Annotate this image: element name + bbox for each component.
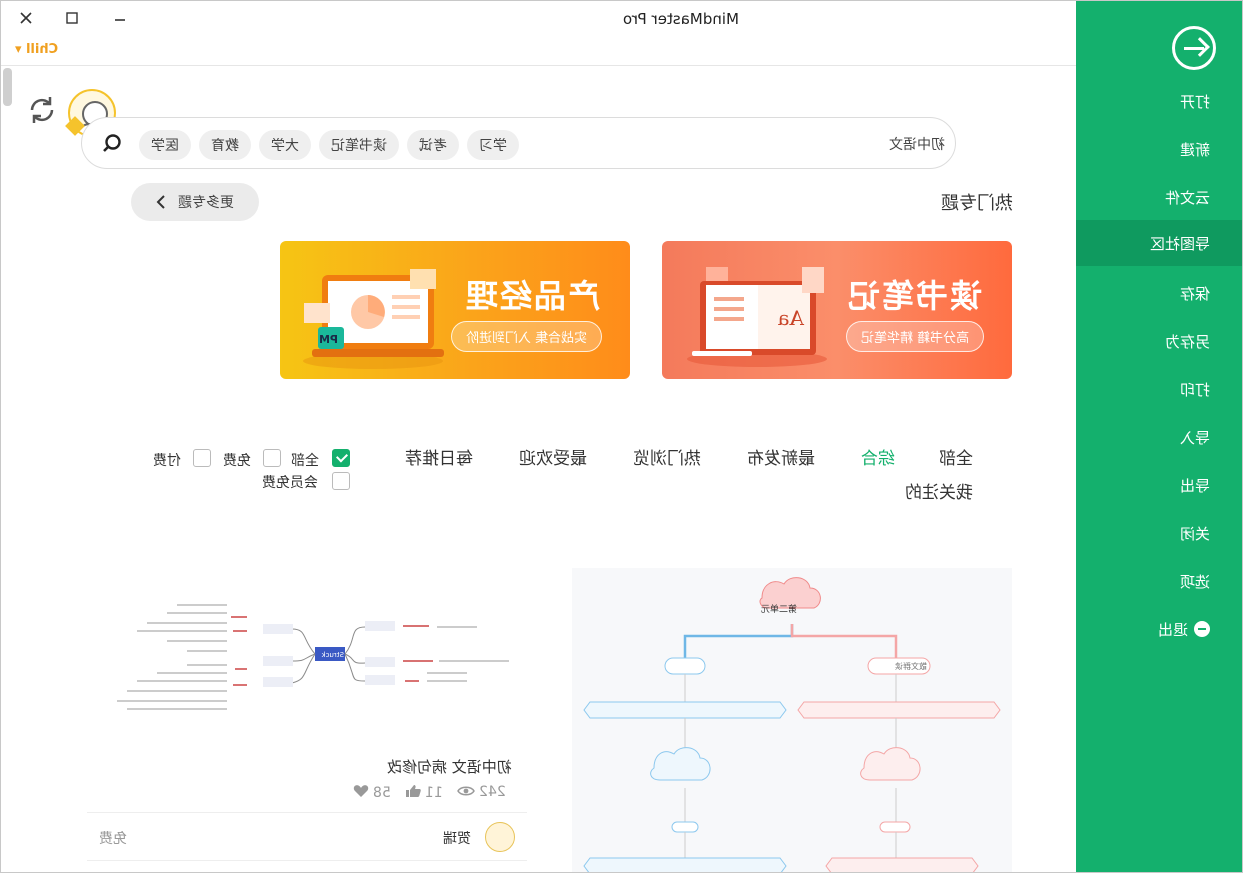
tag-chip[interactable]: 医学 <box>139 130 191 160</box>
search-bar: 医学 教育 大学 读书笔记 考试 学习 <box>81 117 956 169</box>
theme-menu[interactable]: ▾ Chill <box>15 42 58 57</box>
price-member-free-checkbox[interactable] <box>332 472 350 490</box>
mindmap-thumbnail: 第二单元 散文群读 <box>583 577 1001 872</box>
tab-following[interactable]: 我关注的 <box>905 478 973 503</box>
author-name[interactable]: 贺瑞 <box>443 828 471 848</box>
divider <box>1 65 1076 66</box>
sidebar-item-exit[interactable]: 退出 <box>1076 606 1242 652</box>
close-icon <box>20 12 32 24</box>
sidebar-item-cloud-files[interactable]: 云文件 <box>1076 174 1242 220</box>
view-count: 242 <box>457 784 506 800</box>
banner-product-manager[interactable]: PM 产品经理 实战合集 入门到进阶 <box>280 241 630 379</box>
author-avatar[interactable] <box>485 822 515 852</box>
card-title: 初中语文 病句修改 <box>387 758 512 776</box>
sidebar-item-save[interactable]: 保存 <box>1076 270 1242 316</box>
maximize-icon <box>66 12 78 24</box>
sidebar-item-import[interactable]: 导入 <box>1076 414 1242 460</box>
search-icon[interactable] <box>102 134 122 154</box>
sidebar-item-print[interactable]: 打印 <box>1076 366 1242 412</box>
mindmap-thumbnail: Struck <box>87 569 527 739</box>
title-bar: MindMaster Pro <box>1 1 1076 37</box>
banner-icon-text: PM <box>319 333 338 346</box>
price-label: 免费 <box>99 831 127 847</box>
minimize-icon <box>115 19 125 21</box>
like-count[interactable]: 11 <box>405 784 443 801</box>
scrollbar-thumb[interactable] <box>3 68 12 106</box>
tag-chip[interactable]: 考试 <box>407 130 459 160</box>
banner-icon-text: Aa <box>778 306 805 330</box>
back-arrow-icon[interactable] <box>1172 26 1216 70</box>
sidebar-item-open[interactable]: 打开 <box>1076 78 1242 124</box>
laptop-illustration-icon: PM <box>303 269 444 369</box>
thumbs-up-icon <box>406 785 421 797</box>
window-title: MindMaster Pro <box>623 10 739 28</box>
price-paid-checkbox[interactable] <box>193 449 211 467</box>
maximize-window-button[interactable] <box>61 7 83 29</box>
sidebar-item-save-as[interactable]: 另存为 <box>1076 318 1242 364</box>
sidebar-item-community[interactable]: 导图社区 <box>1076 220 1242 266</box>
sidebar-item-new[interactable]: 新建 <box>1076 126 1242 172</box>
sidebar-item-export[interactable]: 导出 <box>1076 462 1242 508</box>
chevron-left-icon <box>156 195 165 209</box>
price-free-checkbox[interactable] <box>263 449 281 467</box>
close-window-button[interactable] <box>15 7 37 29</box>
section-title-hot: 热门专题 <box>941 193 1013 214</box>
price-free-label: 免费 <box>223 453 251 469</box>
banner-subtitle: 实战合集 入门到进阶 <box>450 321 602 352</box>
thumbnail-center-label: 第二单元 <box>761 603 797 615</box>
banner-title: 读书笔记 <box>845 277 982 315</box>
banner-reading-notes[interactable]: Aa 读书笔记 高分书籍 精华笔记 <box>662 241 1012 379</box>
sidebar-item-close[interactable]: 关闭 <box>1076 510 1242 556</box>
price-paid-label: 付费 <box>153 453 181 469</box>
map-card[interactable]: Struck 初中语文 病句修改 242 11 58 贺瑞 免费 <box>87 569 527 861</box>
favorite-count[interactable]: 58 <box>353 784 391 801</box>
refresh-icon[interactable] <box>26 94 58 126</box>
tab-daily-picks[interactable]: 每日推荐 <box>405 444 473 469</box>
tab-all[interactable]: 全部 <box>939 444 973 469</box>
price-member-free-label: 会员免费 <box>262 475 318 491</box>
branch-label: 散文群读 <box>895 661 927 671</box>
tag-chip[interactable]: 读书笔记 <box>319 130 399 160</box>
exit-icon <box>1194 621 1210 637</box>
tab-most-liked[interactable]: 最受欢迎 <box>519 444 587 469</box>
tag-chip[interactable]: 学习 <box>467 130 519 160</box>
tag-chip[interactable]: 大学 <box>259 130 311 160</box>
price-all-label: 全部 <box>291 453 319 469</box>
sidebar-item-options[interactable]: 选项 <box>1076 558 1242 604</box>
price-all-checkbox[interactable] <box>332 449 350 467</box>
tab-hot-views[interactable]: 热门浏览 <box>633 444 701 469</box>
sidebar: 打开 新建 云文件 导图社区 保存 另存为 打印 导入 导出 关闭 选项 退出 <box>1076 1 1242 872</box>
thumbnail-center-label: Struck <box>321 651 344 659</box>
minimize-window-button[interactable] <box>109 7 131 29</box>
card-footer: 贺瑞 免费 <box>87 812 527 860</box>
app-window: MindMaster Pro ▾ Chill 打开 新建 云文件 导图社区 保存… <box>0 0 1243 873</box>
search-input[interactable] <box>827 128 947 160</box>
tag-chip[interactable]: 教育 <box>199 130 251 160</box>
banner-title: 产品经理 <box>463 277 600 315</box>
eye-icon <box>457 786 475 796</box>
map-card[interactable]: 第二单元 散文群读 <box>572 568 1012 872</box>
heart-icon <box>353 785 369 797</box>
tab-comprehensive[interactable]: 综合 <box>861 444 895 469</box>
book-illustration-icon: Aa <box>687 267 827 367</box>
search-input-wrap <box>827 128 947 160</box>
tab-latest[interactable]: 最新发布 <box>747 444 815 469</box>
banner-subtitle: 高分书籍 精华笔记 <box>845 321 984 352</box>
more-topics-button[interactable]: 更多专题 <box>131 183 259 221</box>
